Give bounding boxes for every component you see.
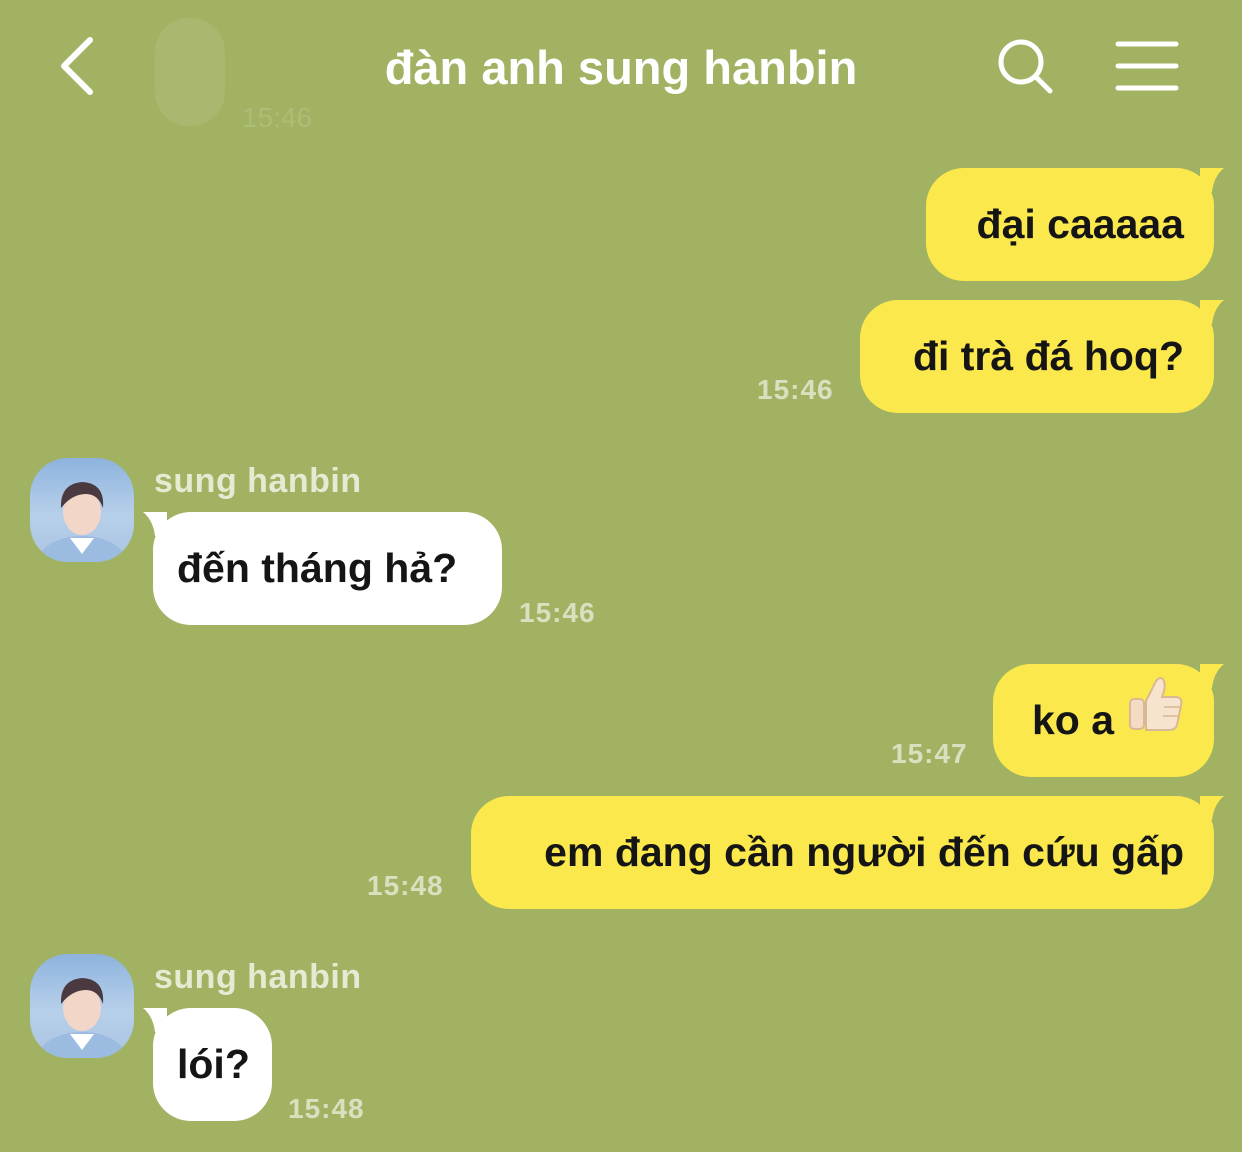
background-message-ghost-time: 15:46 [242,102,313,133]
message-timestamp: 15:47 [891,738,968,769]
bubble-tail [1200,168,1224,192]
message-bubble-outgoing[interactable]: đi trà đá hoq? [860,300,1224,413]
bubble-tail [1200,300,1224,324]
back-button[interactable] [50,30,110,102]
message-bubble-outgoing[interactable]: đại caaaaa [926,168,1224,281]
message-timestamp: 15:46 [519,597,596,628]
avatar-photo [38,978,126,1058]
bubble-tail [1200,796,1224,820]
avatar[interactable] [30,458,134,562]
bubble-tail [143,512,167,536]
message-text: em đang cần người đến cứu gấp [544,829,1184,875]
message-bubble-outgoing[interactable]: em đang cần người đến cứu gấp [471,796,1224,909]
bubble-tail [143,1008,167,1032]
background-message-ghost [155,18,225,126]
message-text: ko a [1031,697,1114,743]
thumbs-up-icon [1128,663,1184,776]
avatar[interactable] [30,954,134,1058]
message-timestamp: 15:46 [757,374,834,405]
avatar-photo [38,482,126,562]
back-arrow-icon [61,37,93,95]
chat-header: 15:46 đàn anh sung hanbin [0,0,1242,135]
message-timestamp: 15:48 [288,1093,365,1124]
search-button[interactable] [990,34,1060,100]
message-timestamp: 15:48 [367,870,444,901]
message-text: đến tháng hả? [177,545,458,591]
message-bubble-outgoing[interactable]: ko a [993,663,1224,777]
message-bubble-incoming[interactable]: lói? [143,1008,272,1121]
menu-button[interactable] [1110,36,1186,96]
menu-icon [1115,41,1179,91]
message-text: đại caaaaa [976,201,1184,247]
message-text: đi trà đá hoq? [912,333,1184,379]
search-icon [998,39,1053,94]
message-bubble-incoming[interactable]: đến tháng hả? [143,512,502,625]
chat-title: đàn anh sung hanbin [384,41,858,94]
bubble-tail [1200,664,1224,688]
sender-name: sung hanbin [154,958,362,996]
message-text: lói? [177,1041,250,1087]
sender-name: sung hanbin [154,462,362,500]
